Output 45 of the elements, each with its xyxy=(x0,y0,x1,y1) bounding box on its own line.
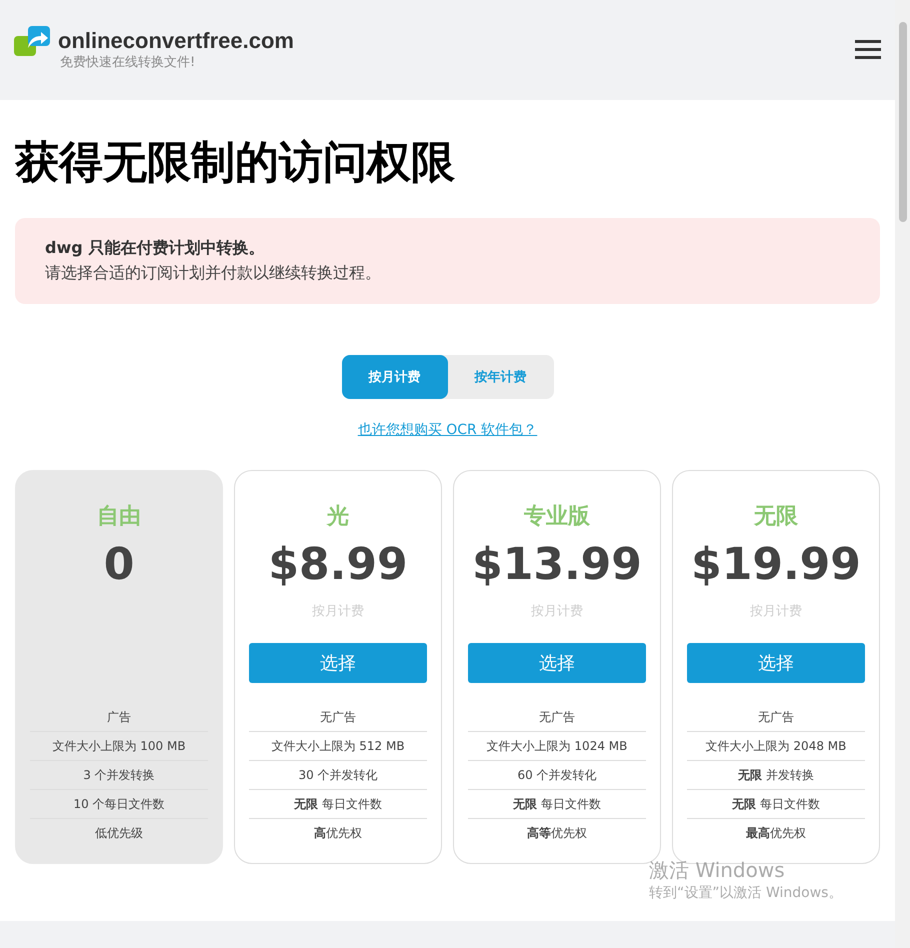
menu-icon[interactable] xyxy=(855,40,881,60)
plan-feature: 无限 每日文件数 xyxy=(687,789,865,818)
scroll-thumb[interactable] xyxy=(898,22,906,222)
plan-feature: 无广告 xyxy=(319,709,357,726)
plan-feature: 文件大小上限为 2048 MB xyxy=(687,731,865,760)
scrollbar[interactable] xyxy=(895,0,910,948)
plan-name: 光 xyxy=(327,503,349,531)
plan-feature: 无广告 xyxy=(757,709,795,726)
billing-tab[interactable]: 按年计费 xyxy=(448,355,554,399)
select-button[interactable]: 选择 xyxy=(687,643,865,683)
plan-feature: 最高优先权 xyxy=(687,818,865,847)
plan-feature: 无限 并发转换 xyxy=(687,760,865,789)
plan-feature: 无广告 xyxy=(538,709,576,726)
plan-feature: 无限 每日文件数 xyxy=(249,789,427,818)
plan-feature: 文件大小上限为 512 MB xyxy=(249,731,427,760)
plan-price: $19.99 xyxy=(691,538,861,592)
billing-tab[interactable]: 按月计费 xyxy=(342,355,448,399)
plan-feature: 文件大小上限为 1024 MB xyxy=(468,731,646,760)
plan-price: $13.99 xyxy=(472,538,642,592)
site-name[interactable]: onlineconvertfree.com xyxy=(58,26,294,56)
select-button[interactable]: 选择 xyxy=(468,643,646,683)
plan-feature: 60 个并发转化 xyxy=(468,760,646,789)
alert-title: dwg 只能在付费计划中转换。 xyxy=(45,238,266,259)
plan-feature: 3 个并发转换 xyxy=(30,760,208,789)
plan-feature: 低优先级 xyxy=(30,818,208,847)
plan-feature: 高优先权 xyxy=(249,818,427,847)
plan-price: 0 xyxy=(104,538,134,592)
plan-feature: 10 个每日文件数 xyxy=(30,789,208,818)
plan-feature: 广告 xyxy=(106,709,132,726)
select-button[interactable]: 选择 xyxy=(249,643,427,683)
alert-text: 请选择合适的订阅计划并付款以继续转换过程。 xyxy=(45,263,382,284)
plan-feature: 30 个并发转化 xyxy=(249,760,427,789)
tagline: 免费快速在线转换文件! xyxy=(60,56,196,70)
plan-name: 无限 xyxy=(754,503,798,531)
plan-name: 自由 xyxy=(97,503,141,531)
plan-feature: 无限 每日文件数 xyxy=(468,789,646,818)
plan-price: $8.99 xyxy=(268,538,408,592)
page-title: 获得无限制的访问权限 xyxy=(15,136,456,190)
plan-feature: 文件大小上限为 100 MB xyxy=(30,731,208,760)
logo-icon xyxy=(14,26,52,58)
plan-feature: 高等优先权 xyxy=(468,818,646,847)
activation-text: 转到“设置”以激活 Windows。 xyxy=(649,884,842,902)
activation-title: 激活 Windows xyxy=(649,857,786,884)
plan-name: 专业版 xyxy=(524,503,590,531)
ocr-link[interactable]: 也许您想购买 OCR 软件包？ xyxy=(358,421,538,439)
